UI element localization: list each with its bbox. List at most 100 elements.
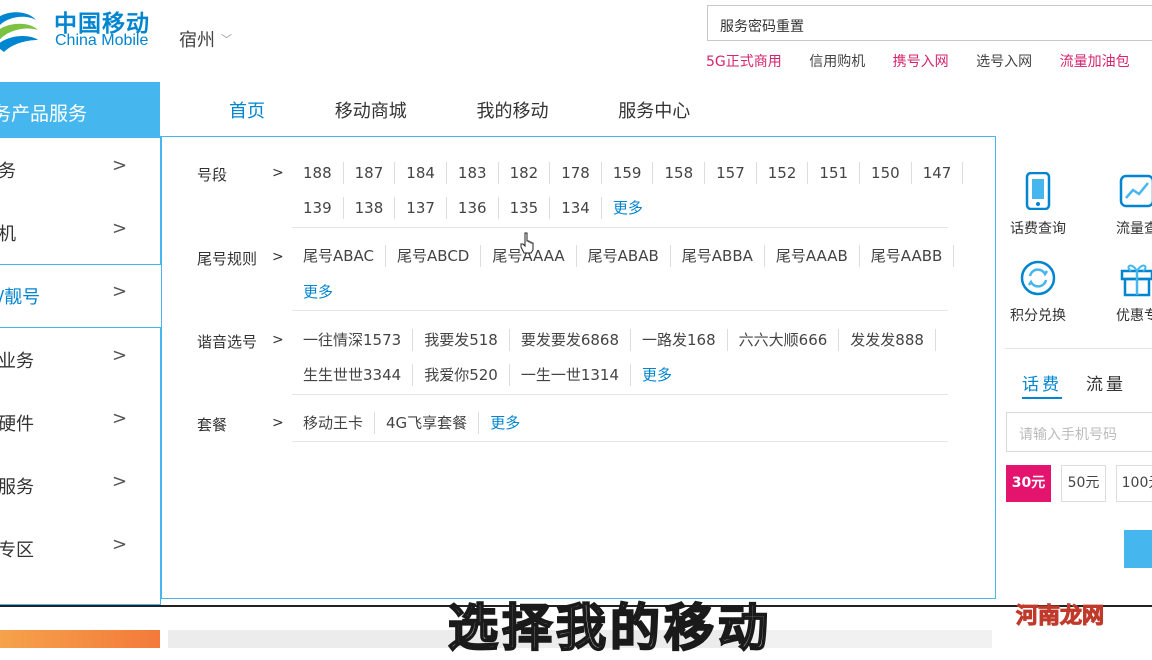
tab-data[interactable]: 流量 [1086, 375, 1126, 395]
homophone-option[interactable]: 我要发518 [413, 329, 510, 351]
homophone-option[interactable]: 一往情深1573 [292, 329, 414, 351]
prefix-option[interactable]: 157 [705, 162, 757, 184]
sidebar-item-phones[interactable]: 机 > [0, 201, 160, 264]
prefix-option[interactable]: 182 [499, 162, 551, 184]
main-nav: 首页 移动商城 我的移动 服务中心 [229, 97, 754, 123]
sidebar-title: 务产品服务 [0, 103, 88, 125]
more-link[interactable]: 更多 [292, 281, 344, 303]
service-bill-query[interactable]: 话费查询 [998, 172, 1078, 238]
quick-link-choose-number[interactable]: 选号入网 [976, 51, 1032, 71]
sidebar-item-label: 务 [0, 161, 16, 182]
prefix-option[interactable]: 137 [395, 197, 447, 219]
prefix-option[interactable]: 184 [395, 162, 447, 184]
quick-link-5g[interactable]: 5G正式商用 [706, 51, 782, 71]
chevron-right-icon: > [112, 471, 128, 492]
prefix-option[interactable]: 159 [602, 162, 654, 184]
row-divider [292, 441, 948, 442]
prefix-option[interactable]: 152 [757, 162, 809, 184]
chevron-down-icon: ﹀ [221, 33, 232, 46]
sidebar-item-service[interactable]: 服务 > [0, 454, 160, 517]
row-divider [292, 310, 948, 311]
prefix-option[interactable]: 178 [550, 162, 602, 184]
chart-icon [1119, 174, 1152, 208]
more-link[interactable]: 更多 [479, 412, 531, 434]
active-tab-indicator [1022, 397, 1062, 399]
gift-icon [1120, 264, 1152, 297]
prefix-list: 139 138 137 136 135 134 更多 [292, 197, 654, 219]
amount-option-50[interactable]: 50元 [1061, 465, 1106, 502]
tail-rule-option[interactable]: 尾号ABBA [671, 245, 765, 267]
tail-rule-option[interactable]: 尾号AABB [860, 245, 955, 267]
homophone-option[interactable]: 一路发168 [631, 329, 728, 351]
plan-option[interactable]: 移动王卡 [292, 412, 376, 434]
sidebar-item-zone[interactable]: 专区 > [0, 517, 160, 580]
tail-rule-option[interactable]: 尾号ABAB [577, 245, 671, 267]
prefix-list: 188 187 184 183 182 178 159 158 157 152 151 150 147 [292, 162, 964, 184]
prefix-option[interactable]: 147 [912, 162, 964, 184]
prefix-option[interactable]: 183 [447, 162, 499, 184]
prefix-option[interactable]: 188 [292, 162, 344, 184]
row-arrow: > [272, 249, 284, 265]
homophone-option[interactable]: 生生世世3344 [292, 364, 414, 386]
homophone-option[interactable]: 六六大顺666 [728, 329, 840, 351]
quick-link-port-number[interactable]: 携号入网 [893, 51, 949, 71]
recharge-button[interactable] [1124, 530, 1152, 568]
city-selector[interactable]: 宿州 ﹀ [179, 26, 232, 52]
quick-link-credit-phone[interactable]: 信用购机 [809, 51, 865, 71]
sidebar-item-business[interactable]: 务 > [0, 138, 160, 201]
prefix-option[interactable]: 138 [344, 197, 396, 219]
tail-rule-list: 尾号ABAC 尾号ABCD 尾号AAAA 尾号ABAB 尾号ABBA 尾号AAAB 尾号AA… [292, 245, 955, 267]
nav-service-center[interactable]: 服务中心 [618, 97, 690, 123]
homophone-option[interactable]: 一生一世1314 [510, 364, 632, 386]
tab-bill[interactable]: 话费 [1022, 375, 1062, 395]
tail-rule-option[interactable]: 尾号ABAC [292, 245, 387, 267]
search-input[interactable]: 服务密码重置 [707, 5, 1152, 41]
tail-rule-option[interactable]: 尾号ABCD [386, 245, 482, 267]
service-label: 流量查 [1116, 221, 1152, 237]
plan-option[interactable]: 4G飞享套餐 [375, 412, 480, 434]
service-label: 优惠专 [1116, 308, 1152, 324]
nav-home[interactable]: 首页 [229, 97, 265, 123]
prefix-option[interactable]: 158 [653, 162, 706, 184]
prefix-option[interactable]: 150 [860, 162, 912, 184]
more-link[interactable]: 更多 [602, 197, 654, 219]
row-label-tail-rule: 尾号规则 [197, 250, 258, 268]
promo-banner-left[interactable] [0, 630, 160, 648]
row-label-homophone: 谐音选号 [197, 333, 258, 351]
service-points-exchange[interactable]: 积分兑换 [998, 259, 1078, 325]
homophone-option[interactable]: 要发要发6868 [510, 329, 632, 351]
service-data-query[interactable]: 流量查 [1097, 172, 1152, 238]
plan-list: 移动王卡 4G飞享套餐 更多 [292, 412, 531, 434]
prefix-option[interactable]: 135 [499, 197, 551, 219]
quick-link-data-pack[interactable]: 流量加油包 [1060, 51, 1130, 71]
tail-rule-list: 更多 [292, 281, 344, 303]
sidebar-item-pretty-number[interactable]: /靓号 > [0, 264, 160, 327]
sidebar-item-services[interactable]: 业务 > [0, 328, 160, 391]
watermark: 河南龙网 [1015, 604, 1105, 630]
phone-number-input[interactable]: 请输入手机号码 [1006, 412, 1152, 452]
chevron-right-icon: > [112, 345, 128, 366]
homophone-list: 一往情深1573 我要发518 要发要发6868 一路发168 六六大顺666 发发发88… [292, 329, 936, 351]
amount-option-30[interactable]: 30元 [1006, 465, 1051, 502]
prefix-option[interactable]: 187 [344, 162, 396, 184]
nav-my-mobile[interactable]: 我的移动 [476, 97, 548, 123]
promo-banner-right[interactable] [752, 630, 992, 648]
hand-cursor-icon [520, 232, 534, 254]
service-label: 积分兑换 [1010, 308, 1066, 324]
search-input-value: 服务密码重置 [720, 19, 804, 35]
china-mobile-logo[interactable]: 中国移动 China Mobile [0, 0, 160, 60]
quick-links: 5G正式商用 信用购机 携号入网 选号入网 流量加油包 彩 [706, 51, 1152, 71]
sidebar-item-hardware[interactable]: 硬件 > [0, 391, 160, 454]
prefix-option[interactable]: 136 [447, 197, 499, 219]
more-link[interactable]: 更多 [631, 364, 683, 386]
service-special-offers[interactable]: 优惠专 [1097, 259, 1152, 325]
homophone-option[interactable]: 我爱你520 [413, 364, 510, 386]
homophone-option[interactable]: 发发发888 [839, 329, 936, 351]
tail-rule-option[interactable]: 尾号AAAB [765, 245, 860, 267]
prefix-option[interactable]: 139 [292, 197, 344, 219]
amount-option-100[interactable]: 100元 [1116, 465, 1152, 502]
nav-mall[interactable]: 移动商城 [335, 97, 407, 123]
prefix-option[interactable]: 151 [808, 162, 861, 184]
prefix-option[interactable]: 134 [550, 197, 602, 219]
row-arrow: > [272, 415, 284, 431]
